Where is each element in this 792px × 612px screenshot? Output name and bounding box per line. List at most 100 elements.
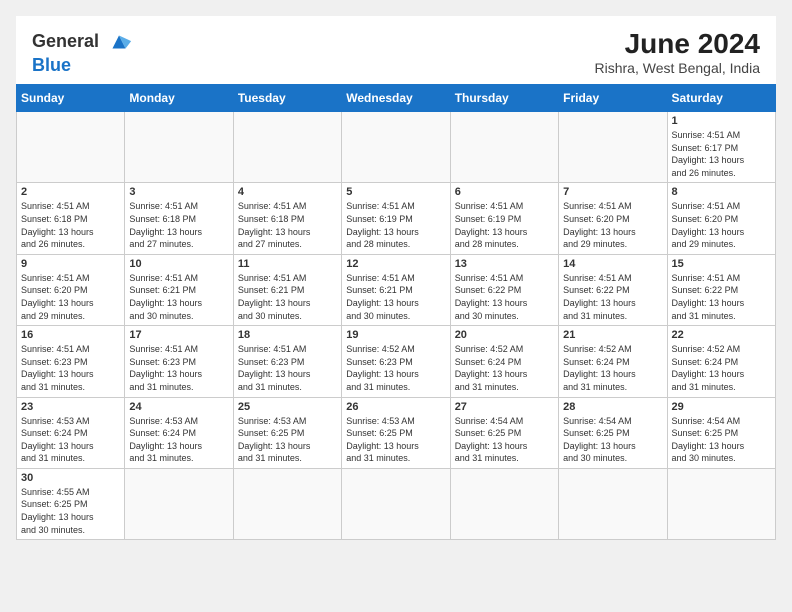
day-info: Sunrise: 4:54 AM Sunset: 6:25 PM Dayligh…: [672, 415, 771, 465]
day-info: Sunrise: 4:55 AM Sunset: 6:25 PM Dayligh…: [21, 486, 120, 536]
day-number: 16: [21, 329, 120, 341]
calendar-cell: 11 Sunrise: 4:51 AM Sunset: 6:21 PM Dayli…: [233, 254, 341, 325]
calendar-cell: [125, 112, 233, 183]
calendar-cell: 27Sunrise: 4:54 AM Sunset: 6:25 PM Dayli…: [450, 397, 558, 468]
day-info: Sunrise: 4:52 AM Sunset: 6:24 PM Dayligh…: [563, 343, 662, 393]
calendar-cell: 29Sunrise: 4:54 AM Sunset: 6:25 PM Dayli…: [667, 397, 775, 468]
calendar-cell: [450, 468, 558, 539]
week-row-1: 2 Sunrise: 4:51 AM Sunset: 6:18 PM Daylig…: [17, 183, 776, 254]
calendar-cell: 19 Sunrise: 4:52 AM Sunset: 6:23 PM Dayli…: [342, 326, 450, 397]
calendar-cell: 22Sunrise: 4:52 AM Sunset: 6:24 PM Dayli…: [667, 326, 775, 397]
day-info: Sunrise: 4:51 AM Sunset: 6:22 PM Dayligh…: [672, 272, 771, 322]
day-info: Sunrise: 4:51 AM Sunset: 6:21 PM Dayligh…: [346, 272, 445, 322]
logo-icon: [105, 28, 133, 56]
day-number: 8: [672, 186, 771, 198]
calendar-cell: 23Sunrise: 4:53 AM Sunset: 6:24 PM Dayli…: [17, 397, 125, 468]
week-row-3: 16 Sunrise: 4:51 AM Sunset: 6:23 PM Dayli…: [17, 326, 776, 397]
day-info: Sunrise: 4:51 AM Sunset: 6:20 PM Dayligh…: [563, 200, 662, 250]
day-info: Sunrise: 4:51 AM Sunset: 6:22 PM Dayligh…: [563, 272, 662, 322]
week-row-2: 9Sunrise: 4:51 AM Sunset: 6:20 PM Daylig…: [17, 254, 776, 325]
calendar-cell: 5 Sunrise: 4:51 AM Sunset: 6:19 PM Daylig…: [342, 183, 450, 254]
day-info: Sunrise: 4:51 AM Sunset: 6:18 PM Dayligh…: [238, 200, 337, 250]
calendar-table: SundayMondayTuesdayWednesdayThursdayFrid…: [16, 84, 776, 540]
calendar-cell: 15 Sunrise: 4:51 AM Sunset: 6:22 PM Dayli…: [667, 254, 775, 325]
day-info: Sunrise: 4:51 AM Sunset: 6:21 PM Dayligh…: [238, 272, 337, 322]
calendar-cell: 6 Sunrise: 4:51 AM Sunset: 6:19 PM Daylig…: [450, 183, 558, 254]
logo-text-general: General: [32, 32, 99, 52]
calendar-title: June 2024: [595, 28, 761, 60]
day-number: 22: [672, 329, 771, 341]
calendar-cell: [233, 468, 341, 539]
header-right: June 2024 Rishra, West Bengal, India: [595, 28, 761, 76]
day-number: 11: [238, 258, 337, 270]
day-info: Sunrise: 4:51 AM Sunset: 6:18 PM Dayligh…: [21, 200, 120, 250]
logo-text-blue: Blue: [32, 56, 133, 76]
week-row-0: 1Sunrise: 4:51 AM Sunset: 6:17 PM Daylig…: [17, 112, 776, 183]
weekday-header-wednesday: Wednesday: [342, 85, 450, 112]
day-number: 24: [129, 401, 228, 413]
weekday-header-saturday: Saturday: [667, 85, 775, 112]
calendar-cell: 1Sunrise: 4:51 AM Sunset: 6:17 PM Daylig…: [667, 112, 775, 183]
day-number: 4: [238, 186, 337, 198]
calendar-cell: 8 Sunrise: 4:51 AM Sunset: 6:20 PM Daylig…: [667, 183, 775, 254]
day-info: Sunrise: 4:51 AM Sunset: 6:19 PM Dayligh…: [455, 200, 554, 250]
day-info: Sunrise: 4:51 AM Sunset: 6:21 PM Dayligh…: [129, 272, 228, 322]
week-row-4: 23Sunrise: 4:53 AM Sunset: 6:24 PM Dayli…: [17, 397, 776, 468]
weekday-header-friday: Friday: [559, 85, 667, 112]
day-number: 13: [455, 258, 554, 270]
day-info: Sunrise: 4:51 AM Sunset: 6:23 PM Dayligh…: [129, 343, 228, 393]
day-number: 19: [346, 329, 445, 341]
day-info: Sunrise: 4:51 AM Sunset: 6:19 PM Dayligh…: [346, 200, 445, 250]
calendar-cell: 25Sunrise: 4:53 AM Sunset: 6:25 PM Dayli…: [233, 397, 341, 468]
day-info: Sunrise: 4:51 AM Sunset: 6:20 PM Dayligh…: [672, 200, 771, 250]
calendar-cell: 3Sunrise: 4:51 AM Sunset: 6:18 PM Daylig…: [125, 183, 233, 254]
calendar-cell: 17Sunrise: 4:51 AM Sunset: 6:23 PM Dayli…: [125, 326, 233, 397]
day-info: Sunrise: 4:53 AM Sunset: 6:24 PM Dayligh…: [129, 415, 228, 465]
day-number: 12: [346, 258, 445, 270]
day-info: Sunrise: 4:51 AM Sunset: 6:18 PM Dayligh…: [129, 200, 228, 250]
header: General Blue June 2024 Rishra, West Beng…: [16, 16, 776, 84]
day-info: Sunrise: 4:51 AM Sunset: 6:23 PM Dayligh…: [21, 343, 120, 393]
day-number: 15: [672, 258, 771, 270]
day-number: 9: [21, 258, 120, 270]
calendar-cell: 4 Sunrise: 4:51 AM Sunset: 6:18 PM Daylig…: [233, 183, 341, 254]
day-number: 5: [346, 186, 445, 198]
calendar-cell: [233, 112, 341, 183]
day-number: 30: [21, 472, 120, 484]
day-number: 6: [455, 186, 554, 198]
day-number: 14: [563, 258, 662, 270]
weekday-header-tuesday: Tuesday: [233, 85, 341, 112]
day-number: 28: [563, 401, 662, 413]
calendar-cell: [342, 112, 450, 183]
day-info: Sunrise: 4:51 AM Sunset: 6:17 PM Dayligh…: [672, 129, 771, 179]
calendar-cell: [559, 468, 667, 539]
day-info: Sunrise: 4:54 AM Sunset: 6:25 PM Dayligh…: [455, 415, 554, 465]
calendar-cell: 10 Sunrise: 4:51 AM Sunset: 6:21 PM Dayli…: [125, 254, 233, 325]
day-number: 18: [238, 329, 337, 341]
calendar-cell: [450, 112, 558, 183]
week-row-5: 30 Sunrise: 4:55 AM Sunset: 6:25 PM Dayli…: [17, 468, 776, 539]
day-number: 20: [455, 329, 554, 341]
day-info: Sunrise: 4:52 AM Sunset: 6:23 PM Dayligh…: [346, 343, 445, 393]
logo: General Blue: [32, 28, 133, 76]
calendar-cell: [17, 112, 125, 183]
calendar-cell: [125, 468, 233, 539]
calendar-cell: 30 Sunrise: 4:55 AM Sunset: 6:25 PM Dayli…: [17, 468, 125, 539]
calendar-cell: 14 Sunrise: 4:51 AM Sunset: 6:22 PM Dayli…: [559, 254, 667, 325]
day-number: 7: [563, 186, 662, 198]
calendar-cell: 20 Sunrise: 4:52 AM Sunset: 6:24 PM Dayli…: [450, 326, 558, 397]
weekday-header-sunday: Sunday: [17, 85, 125, 112]
calendar-cell: [342, 468, 450, 539]
day-number: 10: [129, 258, 228, 270]
calendar-cell: 18Sunrise: 4:51 AM Sunset: 6:23 PM Dayli…: [233, 326, 341, 397]
day-info: Sunrise: 4:53 AM Sunset: 6:24 PM Dayligh…: [21, 415, 120, 465]
calendar-cell: 2 Sunrise: 4:51 AM Sunset: 6:18 PM Daylig…: [17, 183, 125, 254]
calendar-cell: [559, 112, 667, 183]
calendar-cell: 28 Sunrise: 4:54 AM Sunset: 6:25 PM Dayli…: [559, 397, 667, 468]
day-info: Sunrise: 4:52 AM Sunset: 6:24 PM Dayligh…: [455, 343, 554, 393]
calendar-cell: 12 Sunrise: 4:51 AM Sunset: 6:21 PM Dayli…: [342, 254, 450, 325]
day-number: 2: [21, 186, 120, 198]
day-info: Sunrise: 4:51 AM Sunset: 6:22 PM Dayligh…: [455, 272, 554, 322]
day-info: Sunrise: 4:54 AM Sunset: 6:25 PM Dayligh…: [563, 415, 662, 465]
weekday-header-thursday: Thursday: [450, 85, 558, 112]
